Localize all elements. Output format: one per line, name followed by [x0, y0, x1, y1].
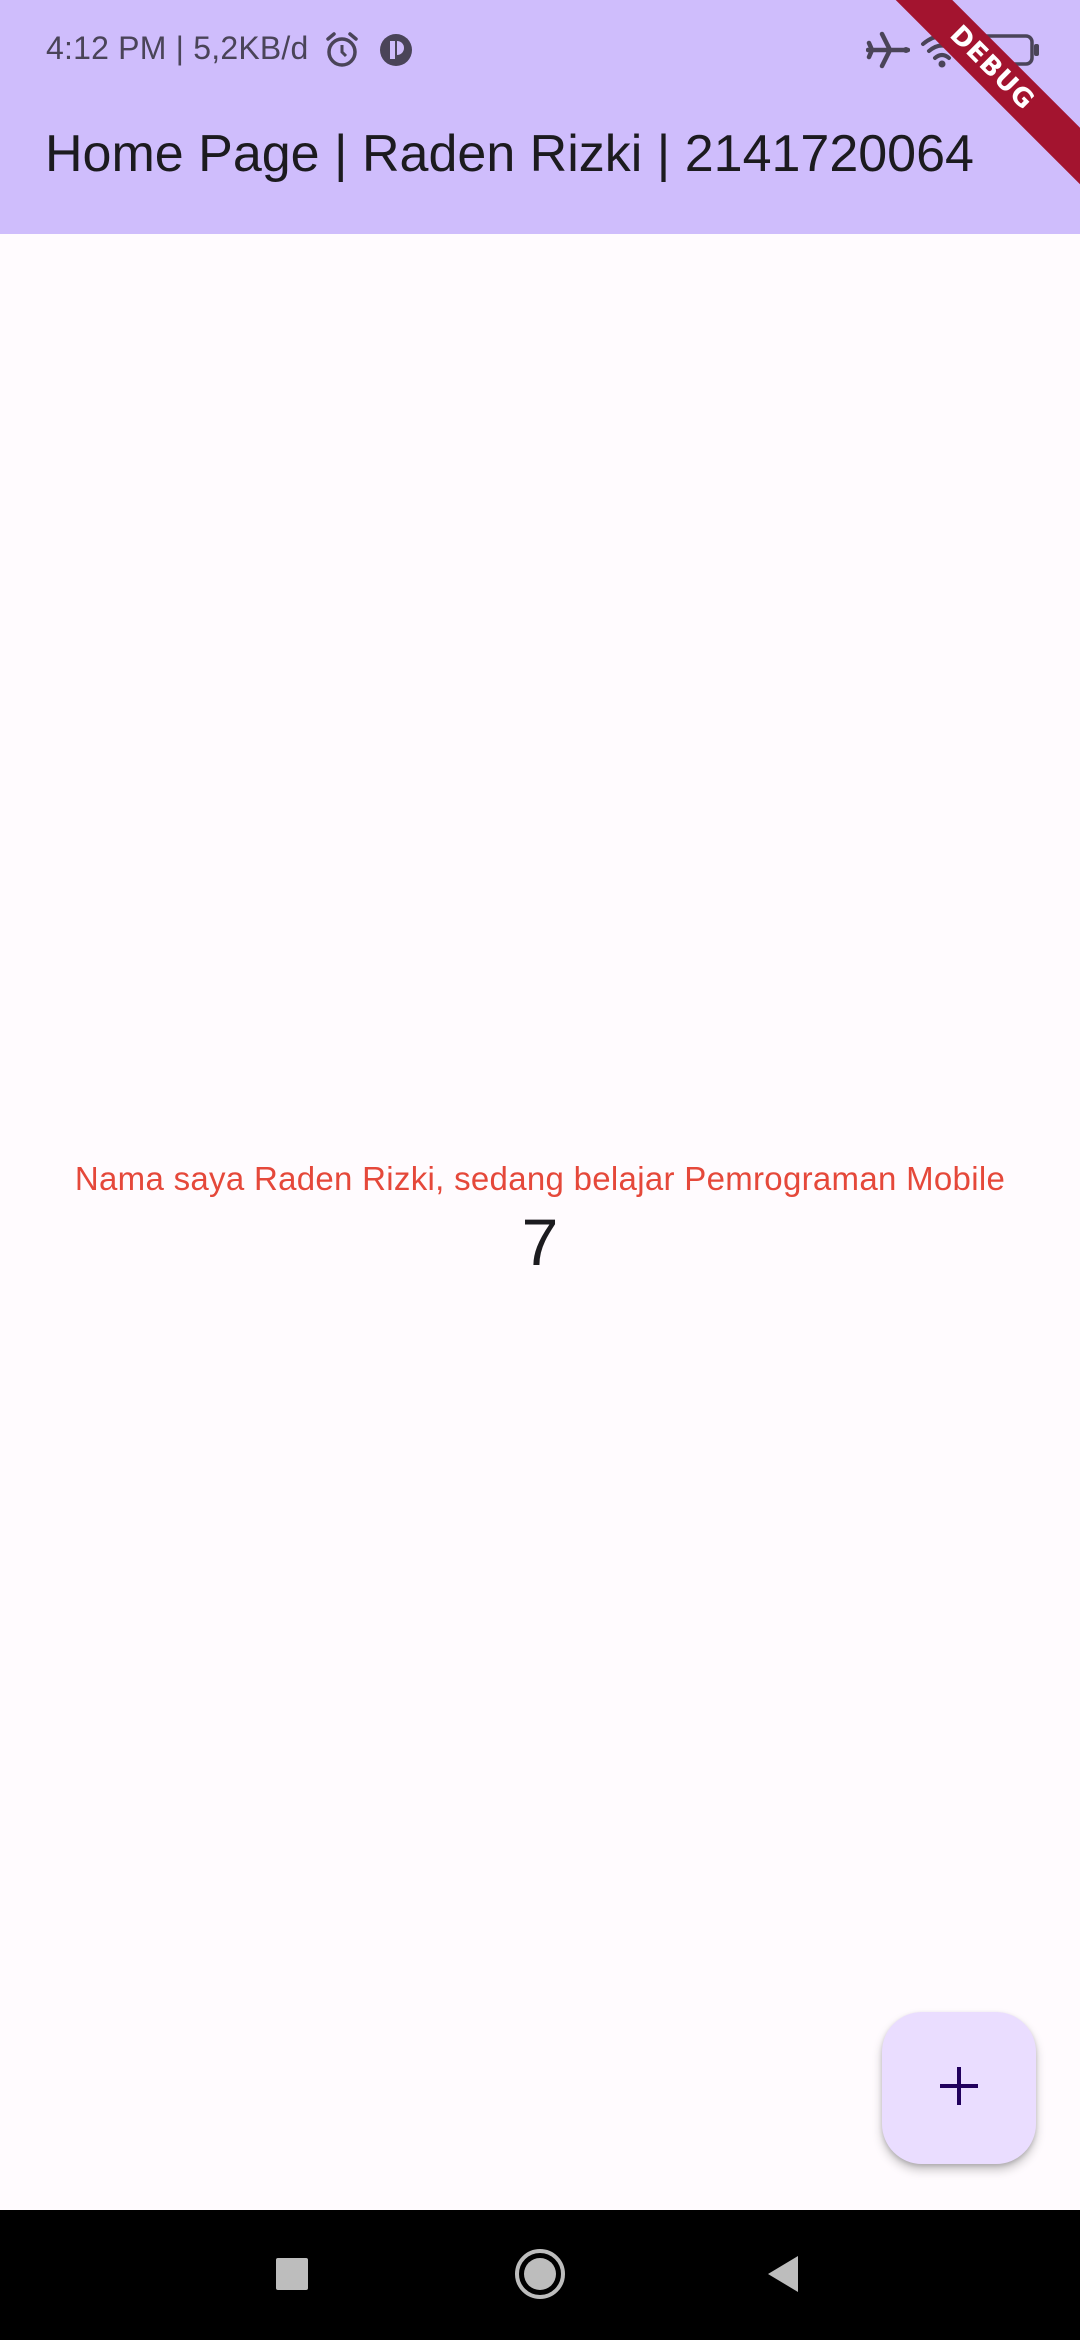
status-time: 4:12 PM | 5,2KB/d	[46, 30, 309, 66]
alarm-icon	[322, 30, 362, 70]
app-notification-icon	[376, 30, 416, 70]
add-icon	[936, 2063, 982, 2114]
main-content: Nama saya Raden Rizki, sedang belajar Pe…	[0, 1160, 1080, 1280]
counter-value: 7	[521, 1205, 559, 1279]
home-button[interactable]	[512, 2248, 568, 2304]
home-circle-icon	[513, 2247, 567, 2306]
recents-button[interactable]	[264, 2248, 320, 2304]
status-right-icons	[865, 30, 1040, 70]
back-triangle-icon	[764, 2254, 804, 2299]
status-left-icons	[322, 30, 416, 70]
intro-message: Nama saya Raden Rizki, sedang belajar Pe…	[74, 1160, 1006, 1197]
app-screen: 4:12 PM | 5,2KB/d Home Page | Raden Rizk…	[0, 0, 1080, 2340]
system-navigation-bar	[0, 2210, 1080, 2340]
increment-fab-button[interactable]	[882, 2012, 1036, 2164]
app-bar-title: Home Page | Raden Rizki | 2141720064	[45, 125, 974, 183]
battery-icon	[974, 30, 1040, 70]
app-bar: Home Page | Raden Rizki | 2141720064	[0, 100, 1080, 234]
wifi-icon	[920, 30, 963, 70]
back-button[interactable]	[756, 2248, 812, 2304]
status-bar: 4:12 PM | 5,2KB/d	[0, 0, 1080, 100]
airplane-mode-icon	[865, 30, 911, 70]
recents-square-icon	[275, 2257, 309, 2296]
